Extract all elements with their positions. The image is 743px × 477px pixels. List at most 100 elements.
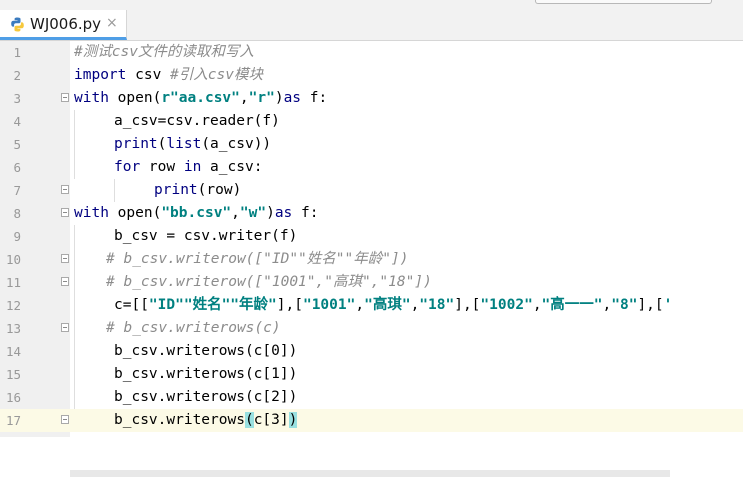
fold-marker-icon[interactable] xyxy=(61,277,69,286)
fold-marker-icon[interactable] xyxy=(61,208,69,217)
code-token: open( xyxy=(108,90,162,106)
code-line[interactable]: 10 # b_csv.writerow(["ID""姓名""年龄"]) xyxy=(0,248,743,271)
line-number: 5 xyxy=(13,137,21,152)
code-line[interactable]: 11 # b_csv.writerow(["1001","高琪","18"]) xyxy=(0,271,743,294)
fold-marker-icon[interactable] xyxy=(61,185,69,194)
code-token: ],[ xyxy=(454,297,481,313)
line-number: 1 xyxy=(13,45,21,60)
code-token: csv xyxy=(126,67,171,83)
code-text: # b_csv.writerows(c) xyxy=(106,318,281,338)
line-number: 7 xyxy=(13,183,21,198)
code-token: #测试csv文件的读取和写入 xyxy=(74,44,254,60)
line-number: 6 xyxy=(13,160,21,175)
code-token: # b_csv.writerows(c) xyxy=(106,320,281,336)
code-line[interactable]: 2 import csv #引入csv模块 xyxy=(0,64,743,87)
code-token: (a_csv)) xyxy=(201,136,272,152)
tab-close-icon[interactable]: × xyxy=(106,15,118,31)
line-number: 17 xyxy=(5,413,21,428)
code-line[interactable]: 1 #测试csv文件的读取和写入 xyxy=(0,41,743,64)
line-number: 14 xyxy=(5,344,21,359)
code-token: "r" xyxy=(248,90,275,106)
line-number: 12 xyxy=(5,298,21,313)
tab-file[interactable]: WJ006.py × xyxy=(0,10,127,40)
code-text: # b_csv.writerow(["1001","高琪","18"]) xyxy=(106,272,432,292)
line-number: 15 xyxy=(5,367,21,382)
code-token: c=[[ xyxy=(114,297,149,313)
code-token: in xyxy=(183,159,202,175)
code-text: print(row) xyxy=(154,180,241,200)
code-line[interactable]: 4 a_csv=csv.reader(f) xyxy=(0,110,743,133)
code-token: f: xyxy=(292,205,319,221)
code-line[interactable]: 6 for row in a_csv: xyxy=(0,156,743,179)
code-text: print(list(a_csv)) xyxy=(114,134,271,154)
code-text: b_csv.writerows(c[1]) xyxy=(114,364,297,384)
code-token: ' xyxy=(663,297,673,313)
code-text: b_csv.writerows(c[3]) xyxy=(114,410,298,430)
code-token: , xyxy=(602,297,612,313)
code-token: list xyxy=(166,136,202,152)
code-token: b_csv.writerows(c[2]) xyxy=(114,389,298,405)
line-number: 9 xyxy=(13,229,21,244)
code-text: with open(r"aa.csv","r")as f: xyxy=(74,88,327,108)
code-token: # b_csv.writerow(["1001","高琪","18"]) xyxy=(106,274,432,290)
code-token: ) xyxy=(274,90,284,106)
line-number: 8 xyxy=(13,206,21,221)
code-text: for row in a_csv: xyxy=(114,157,262,177)
code-token: ( xyxy=(244,412,254,428)
line-number: 3 xyxy=(13,91,21,106)
code-line[interactable]: 14 b_csv.writerows(c[0]) xyxy=(0,340,743,363)
fold-marker-icon[interactable] xyxy=(61,93,69,102)
code-line[interactable]: 13 # b_csv.writerows(c) xyxy=(0,317,743,340)
fold-marker-icon[interactable] xyxy=(61,415,69,424)
code-token: as xyxy=(274,205,293,221)
code-token: # b_csv.writerow(["ID""姓名""年龄"]) xyxy=(106,251,409,267)
tab-filename: WJ006.py xyxy=(30,15,102,33)
toolbar-widget[interactable] xyxy=(535,0,712,4)
code-token: b_csv.writerows(c[0]) xyxy=(114,343,298,359)
code-token: a_csv: xyxy=(201,159,263,175)
horizontal-scrollbar[interactable] xyxy=(70,470,670,477)
code-line[interactable]: 17 b_csv.writerows(c[3]) xyxy=(0,409,743,432)
code-token: "bb.csv" xyxy=(161,205,232,221)
fold-marker-icon[interactable] xyxy=(61,323,69,332)
code-token: import xyxy=(74,67,127,83)
code-text: import csv #引入csv模块 xyxy=(74,65,263,85)
code-line[interactable]: 16 b_csv.writerows(c[2]) xyxy=(0,386,743,409)
code-text: with open("bb.csv","w")as f: xyxy=(74,203,319,223)
editor-tab-bar: WJ006.py × xyxy=(0,0,743,41)
line-number: 10 xyxy=(5,252,21,267)
code-token: b_csv = csv.writer(f) xyxy=(114,228,298,244)
fold-marker-icon[interactable] xyxy=(61,254,69,263)
code-token: "高一一" xyxy=(541,297,603,313)
code-token: #引入csv模块 xyxy=(170,67,263,83)
code-token: , xyxy=(239,90,249,106)
code-token: open( xyxy=(108,205,162,221)
code-line[interactable]: 3 with open(r"aa.csv","r")as f: xyxy=(0,87,743,110)
code-line[interactable]: 15 b_csv.writerows(c[1]) xyxy=(0,363,743,386)
python-file-icon xyxy=(10,17,25,32)
code-token: f: xyxy=(301,90,328,106)
code-token: (row) xyxy=(197,182,242,198)
line-number: 16 xyxy=(5,390,21,405)
code-text: b_csv = csv.writer(f) xyxy=(114,226,297,246)
code-token: "1001" xyxy=(302,297,356,313)
code-line[interactable]: 8 with open("bb.csv","w")as f: xyxy=(0,202,743,225)
line-number: 11 xyxy=(5,275,21,290)
code-token: with xyxy=(74,90,109,106)
code-token: print xyxy=(114,136,158,152)
code-token: c[3] xyxy=(253,412,289,428)
code-text: b_csv.writerows(c[0]) xyxy=(114,341,297,361)
code-token: , xyxy=(231,205,240,221)
code-line[interactable]: 12 c=[["ID""姓名""年龄"],["1001","高琪","18"],[… xyxy=(0,294,743,317)
code-line[interactable]: 5 print(list(a_csv)) xyxy=(0,133,743,156)
code-token: "18" xyxy=(419,297,455,313)
code-token: as xyxy=(283,90,302,106)
code-token: , xyxy=(410,297,420,313)
code-line[interactable]: 7 print(row) xyxy=(0,179,743,202)
code-text: b_csv.writerows(c[2]) xyxy=(114,387,297,407)
line-number: 4 xyxy=(13,114,21,129)
code-line[interactable]: 9 b_csv = csv.writer(f) xyxy=(0,225,743,248)
code-token: ],[ xyxy=(637,297,664,313)
line-number: 2 xyxy=(13,68,21,83)
code-editor[interactable]: 1 #测试csv文件的读取和写入 2 import csv #引入csv模块 3 with… xyxy=(0,41,743,477)
